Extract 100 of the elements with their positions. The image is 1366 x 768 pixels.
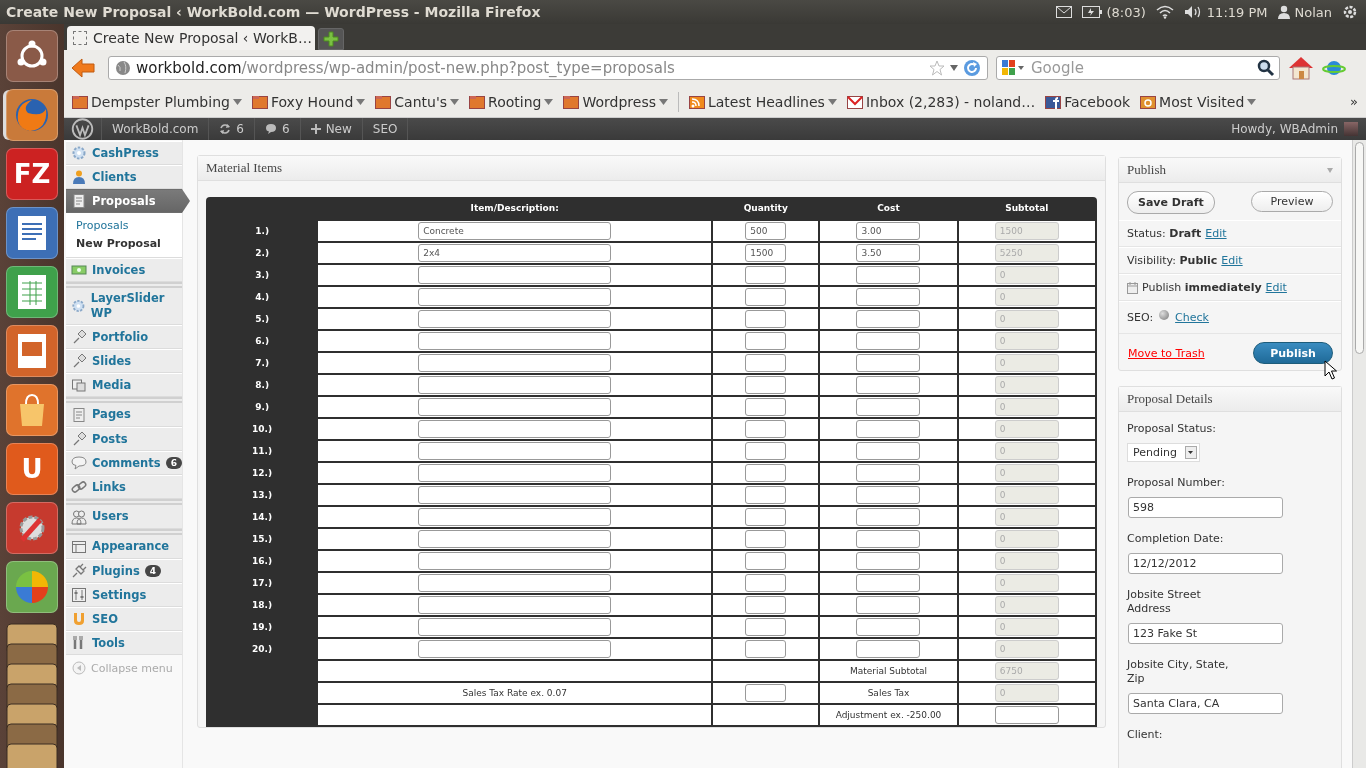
bookmark-item[interactable]: Rooting	[469, 93, 554, 110]
quantity-field[interactable]	[745, 398, 787, 416]
check-link[interactable]: Check	[1175, 311, 1209, 324]
description-field[interactable]: 2x4	[418, 244, 612, 262]
menu-item[interactable]: Clients	[66, 165, 182, 189]
bookmark-item[interactable]: Latest Headlines	[689, 93, 837, 110]
cost-field[interactable]	[856, 332, 921, 350]
menu-item[interactable]: Users	[66, 499, 182, 529]
description-field[interactable]	[418, 354, 612, 372]
publish-button[interactable]: Publish	[1253, 342, 1333, 364]
quantity-field[interactable]	[745, 530, 787, 548]
power-icon[interactable]	[1342, 4, 1358, 20]
menu-item[interactable]: Pages	[66, 397, 182, 427]
cost-field[interactable]	[856, 464, 921, 482]
globe-icon[interactable]	[1322, 58, 1346, 78]
quantity-field[interactable]	[745, 332, 787, 350]
wifi-icon[interactable]	[1155, 5, 1174, 19]
menu-item[interactable]: Plugins 4	[66, 559, 182, 583]
description-field[interactable]	[418, 266, 612, 284]
cost-field[interactable]	[856, 640, 921, 658]
bookmark-item[interactable]: Inbox (2,283) - noland…	[846, 93, 1036, 110]
description-field[interactable]	[418, 640, 612, 658]
quantity-field[interactable]	[745, 486, 787, 504]
search-engine-icon[interactable]	[1001, 59, 1025, 77]
cost-field[interactable]	[856, 574, 921, 592]
submenu-item[interactable]: Proposals	[76, 217, 182, 235]
cost-field[interactable]	[856, 618, 921, 636]
search-icon[interactable]	[1257, 59, 1275, 77]
description-field[interactable]	[418, 398, 612, 416]
menu-item[interactable]: CashPress	[66, 141, 182, 165]
description-field[interactable]	[418, 508, 612, 526]
menu-item[interactable]: Appearance	[66, 529, 182, 559]
description-field[interactable]: Concrete	[418, 222, 612, 240]
reload-icon[interactable]	[963, 59, 981, 77]
app-launcher-button[interactable]	[6, 561, 58, 613]
cost-field[interactable]	[856, 530, 921, 548]
description-field[interactable]	[418, 376, 612, 394]
quantity-field[interactable]	[745, 508, 787, 526]
description-field[interactable]	[418, 464, 612, 482]
quantity-field[interactable]	[745, 354, 787, 372]
menu-item[interactable]: Settings	[66, 583, 182, 607]
menu-item[interactable]: Posts	[66, 427, 182, 451]
description-field[interactable]	[418, 596, 612, 614]
bookmark-item[interactable]: Most Visited	[1140, 93, 1257, 110]
mail-icon[interactable]	[1055, 6, 1072, 18]
cost-field[interactable]	[856, 398, 921, 416]
cost-field[interactable]	[856, 420, 921, 438]
text-field[interactable]: 12/12/2012	[1128, 553, 1283, 574]
save-draft-button[interactable]: Save Draft	[1127, 191, 1215, 214]
bookmark-item[interactable]: Wordpress	[563, 93, 668, 110]
cost-field[interactable]	[856, 552, 921, 570]
description-field[interactable]	[418, 420, 612, 438]
cost-field[interactable]	[856, 354, 921, 372]
description-field[interactable]	[418, 332, 612, 350]
overflow-chevron[interactable]: »	[1350, 94, 1362, 109]
description-field[interactable]	[418, 574, 612, 592]
app-launcher-button[interactable]: FZ	[6, 148, 58, 200]
quantity-field[interactable]	[745, 288, 787, 306]
menu-item[interactable]: LayerSlider WP	[66, 282, 182, 325]
battery-icon[interactable]	[1081, 6, 1102, 18]
edit-link[interactable]: Edit	[1265, 281, 1287, 294]
home-icon[interactable]	[1288, 56, 1314, 80]
menu-item[interactable]: Links	[66, 475, 182, 499]
cost-field[interactable]	[856, 508, 921, 526]
caret-icon[interactable]	[950, 65, 958, 71]
quantity-field[interactable]	[745, 618, 787, 636]
menu-item[interactable]: Media	[66, 373, 182, 397]
toggle-icon[interactable]	[1327, 167, 1333, 173]
search-field[interactable]: Google	[996, 56, 1280, 80]
app-launcher-button[interactable]	[6, 325, 58, 377]
text-field[interactable]: Santa Clara, CA	[1128, 693, 1283, 714]
bookmark-item[interactable]: Dempster Plumbing	[72, 93, 242, 110]
preview-button[interactable]: Preview	[1251, 191, 1333, 212]
menu-item[interactable]: Comments 6	[66, 451, 182, 475]
cost-field[interactable]	[856, 486, 921, 504]
cost-field[interactable]	[856, 266, 921, 284]
quantity-field[interactable]	[745, 420, 787, 438]
menu-item[interactable]: Invoices	[66, 258, 182, 282]
account-link[interactable]: Howdy, WBAdmin	[1223, 122, 1366, 136]
cost-field[interactable]: 3.50	[856, 244, 921, 262]
app-launcher-button[interactable]	[6, 30, 58, 82]
volume-icon[interactable]	[1183, 5, 1202, 19]
description-field[interactable]	[418, 288, 612, 306]
cost-field[interactable]	[856, 442, 921, 460]
app-launcher-button[interactable]	[6, 502, 58, 554]
bookmark-item[interactable]: Cantu's	[375, 93, 460, 110]
description-field[interactable]	[418, 486, 612, 504]
scroll-thumb[interactable]	[1355, 142, 1364, 354]
menu-item[interactable]: Tools	[66, 631, 182, 655]
app-launcher-button[interactable]	[6, 266, 58, 318]
quantity-field[interactable]: 500	[745, 222, 787, 240]
clock[interactable]: 11:19 PM	[1206, 4, 1268, 20]
quantity-field[interactable]	[745, 640, 787, 658]
stacked-apps-icon[interactable]	[5, 620, 59, 768]
menu-item[interactable]: Slides	[66, 349, 182, 373]
menu-item[interactable]: SEO	[66, 607, 182, 631]
edit-link[interactable]: Edit	[1221, 254, 1243, 267]
cost-field[interactable]	[856, 376, 921, 394]
address-bar[interactable]: workbold.com/wordpress/wp-admin/post-new.php?post_type=proposals	[108, 56, 988, 80]
menu-item[interactable]: Portfolio	[66, 325, 182, 349]
